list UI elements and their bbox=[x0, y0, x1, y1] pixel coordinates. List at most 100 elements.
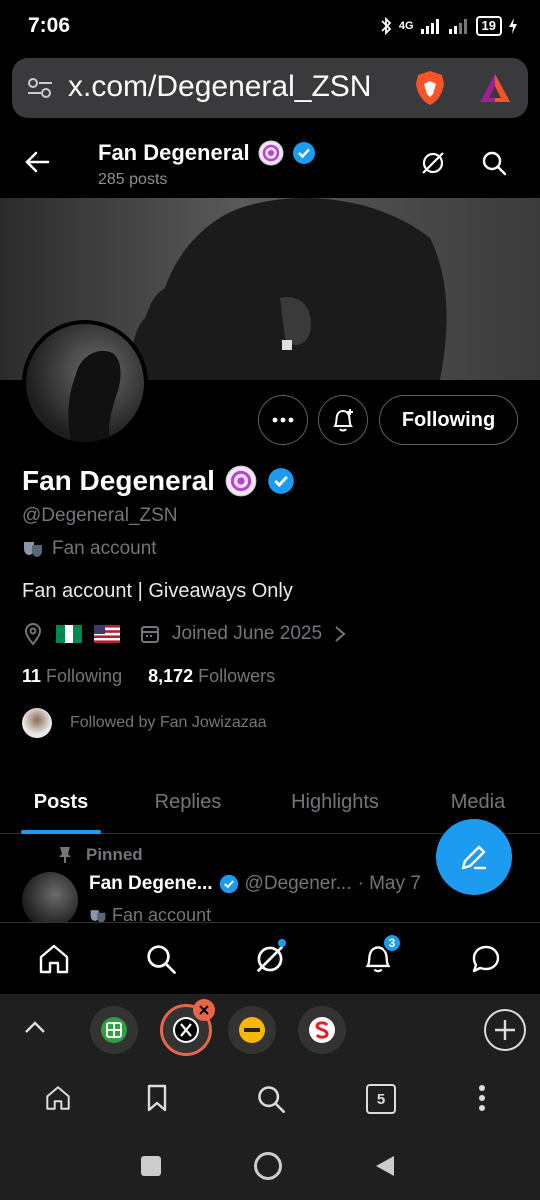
back-arrow-icon[interactable] bbox=[24, 150, 50, 174]
compose-button[interactable] bbox=[436, 819, 512, 895]
post-author-handle: @Degener... bbox=[244, 873, 352, 894]
browser-tab-tray bbox=[0, 994, 540, 1066]
verified-badge-icon bbox=[292, 141, 316, 165]
x-logo-icon bbox=[173, 1017, 199, 1043]
battery-icon: 19 bbox=[475, 16, 502, 36]
followers-link[interactable]: 8,172 Followers bbox=[148, 666, 275, 687]
charging-icon bbox=[508, 18, 518, 34]
chevron-right-icon[interactable] bbox=[334, 625, 346, 643]
site-favicon-icon bbox=[309, 1017, 335, 1043]
browser-menu-icon[interactable] bbox=[478, 1084, 486, 1112]
search-icon bbox=[147, 945, 176, 974]
site-settings-icon[interactable] bbox=[26, 76, 54, 100]
more-dots-icon bbox=[272, 417, 294, 423]
header-title: Fan Degeneral bbox=[98, 140, 316, 166]
tray-tab-x-active[interactable] bbox=[160, 999, 215, 1056]
browser-home-icon[interactable] bbox=[44, 1084, 72, 1112]
post-avatar[interactable] bbox=[22, 872, 78, 928]
profile-handle: @Degeneral_ZSN bbox=[22, 505, 178, 526]
verified-badge-icon bbox=[219, 874, 239, 894]
more-options-button[interactable] bbox=[258, 395, 308, 445]
nav-notifications[interactable]: 3 bbox=[358, 933, 402, 979]
tray-tab-4[interactable] bbox=[298, 1006, 346, 1054]
notify-button[interactable] bbox=[318, 395, 368, 445]
tray-tab-1[interactable] bbox=[90, 1006, 138, 1054]
profile-name-text: Fan Degeneral bbox=[22, 465, 215, 496]
joined-date: Joined June 2025 bbox=[172, 623, 323, 644]
tab-count-button[interactable]: 5 bbox=[366, 1084, 396, 1114]
recents-icon[interactable] bbox=[141, 1156, 161, 1176]
browser-search-icon[interactable] bbox=[256, 1084, 286, 1114]
network-label: 4G bbox=[398, 20, 414, 32]
home-button-icon[interactable] bbox=[254, 1152, 282, 1180]
theater-masks-icon bbox=[22, 540, 44, 558]
theater-masks-icon bbox=[89, 908, 107, 923]
post-subline-text: Fan account bbox=[112, 905, 212, 923]
header-title-text: Fan Degeneral bbox=[98, 140, 250, 165]
following-button[interactable]: Following bbox=[379, 395, 518, 445]
location-pin-icon bbox=[22, 622, 44, 646]
profile-header-bar: Fan Degeneral 285 posts bbox=[0, 128, 540, 198]
nav-search[interactable] bbox=[141, 939, 181, 979]
post-subline: Fan account bbox=[89, 905, 211, 923]
followed-by-text: Followed by Fan Jowizazaa bbox=[70, 714, 267, 731]
post-count: 285 posts bbox=[98, 171, 168, 188]
search-icon[interactable] bbox=[481, 150, 507, 176]
grok-icon bbox=[256, 945, 284, 973]
following-count: 11 bbox=[22, 666, 42, 686]
url-text[interactable]: x.com/Degeneral_ZSN bbox=[68, 70, 371, 104]
x-bottom-nav: 3 bbox=[0, 922, 540, 994]
mutual-avatar bbox=[22, 708, 52, 738]
bluetooth-icon bbox=[379, 16, 393, 36]
browser-bottom-nav: 5 bbox=[0, 1066, 540, 1132]
pinned-text: Pinned bbox=[86, 845, 143, 864]
new-tab-icon[interactable] bbox=[483, 1008, 527, 1052]
nav-grok[interactable] bbox=[250, 939, 290, 979]
tab-highlights[interactable]: Highlights bbox=[254, 770, 416, 834]
profile-bio: Fan account | Giveaways Only bbox=[22, 580, 293, 602]
verified-badge-icon[interactable] bbox=[267, 467, 295, 495]
affiliate-badge-icon bbox=[225, 465, 257, 497]
nav-messages[interactable] bbox=[466, 939, 506, 979]
profile-avatar[interactable] bbox=[22, 320, 148, 446]
bell-plus-icon bbox=[333, 409, 353, 432]
status-icons: 4G 19 bbox=[379, 16, 518, 36]
followers-count: 8,172 bbox=[148, 666, 194, 686]
site-favicon-icon bbox=[239, 1017, 265, 1043]
usa-flag-icon bbox=[94, 625, 120, 643]
pinned-label: Pinned bbox=[58, 845, 143, 865]
site-favicon-icon bbox=[101, 1017, 127, 1043]
follow-stats: 11 Following 8,172 Followers bbox=[22, 666, 275, 687]
profile-name: Fan Degeneral bbox=[22, 465, 295, 497]
close-tab-icon[interactable] bbox=[193, 999, 215, 1021]
post-date: · May 7 bbox=[357, 873, 421, 894]
brave-shields-icon[interactable] bbox=[414, 70, 446, 106]
tab-posts[interactable]: Posts bbox=[0, 770, 122, 834]
home-icon bbox=[39, 944, 69, 974]
nigeria-flag-icon bbox=[56, 625, 82, 643]
followed-by[interactable]: Followed by Fan Jowizazaa bbox=[22, 708, 267, 738]
browser-url-bar[interactable]: x.com/Degeneral_ZSN bbox=[12, 58, 528, 118]
profile-category-text: Fan account bbox=[52, 538, 157, 559]
post-author-name[interactable]: Fan Degene... bbox=[89, 873, 213, 895]
tab-replies[interactable]: Replies bbox=[122, 770, 254, 834]
grok-new-dot bbox=[278, 939, 286, 947]
compose-icon bbox=[461, 845, 487, 870]
chevron-up-icon[interactable] bbox=[24, 1020, 46, 1034]
signal-icon bbox=[420, 18, 442, 34]
following-link[interactable]: 11 Following bbox=[22, 666, 122, 687]
status-bar: 7:06 4G 19 bbox=[0, 0, 540, 56]
status-time: 7:06 bbox=[28, 14, 71, 37]
grok-icon[interactable] bbox=[420, 150, 446, 176]
system-nav-bar bbox=[0, 1132, 540, 1200]
avatar-photo bbox=[68, 350, 121, 442]
back-icon[interactable] bbox=[374, 1154, 396, 1178]
nav-home[interactable] bbox=[34, 939, 74, 979]
brave-rewards-icon[interactable] bbox=[478, 72, 512, 104]
signal-icon-2 bbox=[448, 18, 470, 34]
tray-tab-3[interactable] bbox=[228, 1006, 276, 1054]
message-icon bbox=[472, 945, 500, 973]
bookmark-icon[interactable] bbox=[146, 1084, 168, 1112]
post-header[interactable]: Fan Degene... @Degener... · May 7 bbox=[89, 873, 421, 895]
following-label: Following bbox=[46, 666, 123, 686]
